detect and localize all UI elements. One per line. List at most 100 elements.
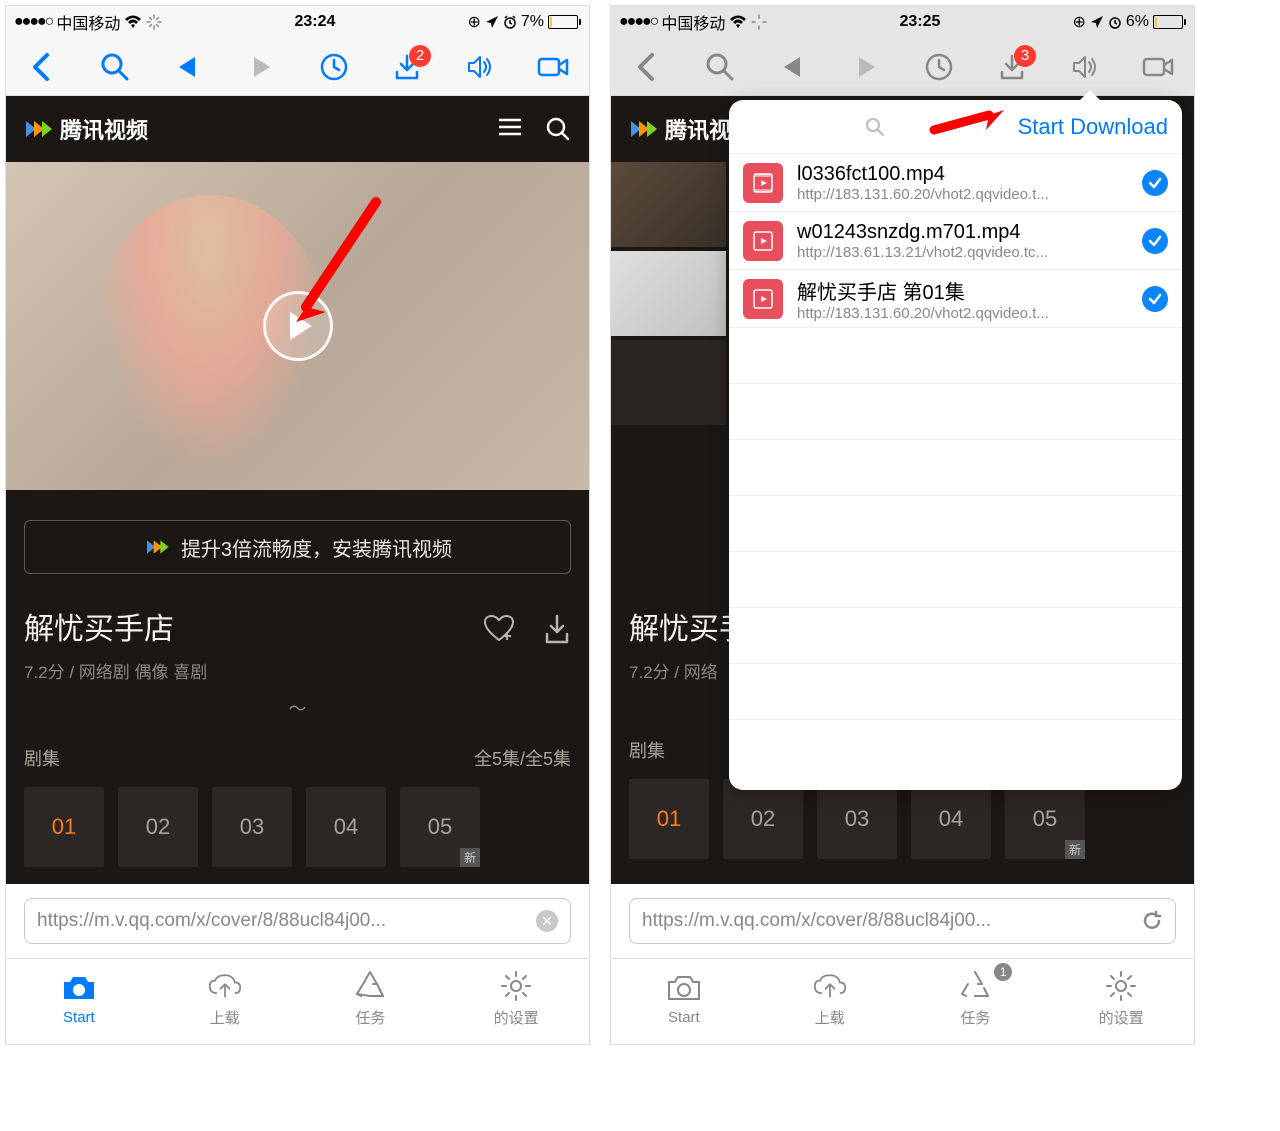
episode-tile[interactable]: 05新 bbox=[1005, 779, 1085, 859]
prev-button[interactable] bbox=[777, 51, 809, 83]
download-badge: 2 bbox=[409, 45, 431, 67]
next-button[interactable] bbox=[245, 51, 277, 83]
video-thumbnail[interactable] bbox=[611, 162, 726, 247]
battery-icon bbox=[1153, 15, 1186, 29]
carrier-label: 中国移动 bbox=[56, 10, 120, 34]
favorite-icon[interactable] bbox=[483, 614, 515, 644]
tab-settings[interactable]: 的设置 bbox=[1048, 959, 1194, 1038]
check-icon[interactable] bbox=[1142, 228, 1168, 254]
cloud-upload-icon bbox=[208, 969, 242, 1003]
video-button[interactable] bbox=[1142, 51, 1174, 83]
orientation-lock-icon: ⊕ bbox=[467, 12, 480, 32]
url-text: https://m.v.qq.com/x/cover/8/88ucl84j00.… bbox=[642, 910, 1131, 932]
download-badge: 3 bbox=[1014, 45, 1036, 67]
episodes-label: 剧集 bbox=[24, 745, 60, 771]
url-text: https://m.v.qq.com/x/cover/8/88ucl84j00.… bbox=[37, 910, 526, 932]
episodes-count[interactable]: 全5集/全5集 bbox=[474, 745, 571, 771]
site-logo[interactable]: 腾讯视频 bbox=[24, 113, 148, 145]
episode-tile[interactable]: 02 bbox=[118, 787, 198, 867]
download-item[interactable]: w01243snzdg.m701.mp4http://183.61.13.21/… bbox=[729, 212, 1182, 270]
search-button[interactable] bbox=[704, 51, 736, 83]
back-button[interactable] bbox=[26, 51, 58, 83]
download-show-icon[interactable] bbox=[543, 614, 571, 644]
video-player[interactable] bbox=[6, 162, 589, 490]
search-button[interactable] bbox=[99, 51, 131, 83]
clear-icon[interactable]: ✕ bbox=[536, 910, 558, 932]
video-thumbnail[interactable] bbox=[611, 251, 726, 336]
next-button[interactable] bbox=[850, 51, 882, 83]
gear-icon bbox=[1104, 969, 1138, 1003]
episodes-list: 01 02 03 04 05新 bbox=[6, 787, 589, 867]
loading-icon bbox=[146, 14, 162, 30]
battery-pct: 7% bbox=[521, 13, 544, 31]
tab-settings[interactable]: 的设置 bbox=[443, 959, 589, 1038]
episode-tile[interactable]: 04 bbox=[911, 779, 991, 859]
video-file-icon bbox=[743, 163, 783, 203]
check-icon[interactable] bbox=[1142, 286, 1168, 312]
download-button[interactable]: 2 bbox=[391, 51, 423, 83]
reload-icon[interactable] bbox=[1141, 910, 1163, 932]
new-badge: 新 bbox=[1065, 840, 1085, 859]
tab-start[interactable]: Start bbox=[6, 959, 152, 1038]
new-badge: 新 bbox=[460, 848, 480, 867]
episode-tile[interactable]: 01 bbox=[24, 787, 104, 867]
video-thumbnail[interactable] bbox=[611, 340, 726, 425]
camera-icon bbox=[62, 971, 96, 1005]
download-url: http://183.61.13.21/vhot2.qqvideo.tc... bbox=[797, 244, 1128, 261]
download-url: http://183.131.60.20/vhot2.qqvideo.t... bbox=[797, 186, 1128, 203]
tencent-logo-icon bbox=[24, 117, 52, 141]
history-button[interactable] bbox=[923, 51, 955, 83]
episode-tile[interactable]: 04 bbox=[306, 787, 386, 867]
episodes-label: 剧集 bbox=[629, 737, 665, 763]
bottom-tabs: Start 上载 任务 的设置 bbox=[6, 958, 589, 1038]
video-button[interactable] bbox=[537, 51, 569, 83]
recycle-icon bbox=[353, 969, 387, 1003]
start-download-button[interactable]: Start Download bbox=[1018, 114, 1168, 140]
download-button[interactable]: 3 bbox=[996, 51, 1028, 83]
address-bar[interactable]: https://m.v.qq.com/x/cover/8/88ucl84j00.… bbox=[24, 898, 571, 944]
promo-text: 提升3倍流畅度，安装腾讯视频 bbox=[181, 533, 452, 562]
carrier-label: 中国移动 bbox=[661, 10, 725, 34]
signal-dots-icon: ●●●●○ bbox=[619, 13, 657, 31]
phone-right: ●●●●○ 中国移动 23:25 ⊕ 6% 3 bbox=[610, 5, 1195, 1045]
download-item[interactable]: 解忧买手店 第01集http://183.131.60.20/vhot2.qqv… bbox=[729, 270, 1182, 328]
speaker-button[interactable] bbox=[1069, 51, 1101, 83]
prev-button[interactable] bbox=[172, 51, 204, 83]
app-toolbar: 3 bbox=[611, 38, 1194, 96]
video-file-icon bbox=[743, 279, 783, 319]
history-button[interactable] bbox=[318, 51, 350, 83]
download-item[interactable]: l0336fct100.mp4http://183.131.60.20/vhot… bbox=[729, 154, 1182, 212]
tencent-logo-icon bbox=[629, 117, 657, 141]
annotation-arrow-icon bbox=[924, 100, 1014, 150]
address-bar[interactable]: https://m.v.qq.com/x/cover/8/88ucl84j00.… bbox=[629, 898, 1176, 944]
web-content: 腾讯视频 提升3倍流畅度，安装腾讯视频 解忧买手店 7.2分 / 网络剧 偶像 … bbox=[6, 96, 589, 884]
back-button[interactable] bbox=[631, 51, 663, 83]
site-name: 腾讯视频 bbox=[60, 113, 148, 145]
episode-tile[interactable]: 03 bbox=[212, 787, 292, 867]
gear-icon bbox=[499, 969, 533, 1003]
menu-icon[interactable] bbox=[497, 116, 523, 142]
site-logo[interactable]: 腾讯视 bbox=[629, 113, 731, 145]
speaker-button[interactable] bbox=[464, 51, 496, 83]
episodes-list: 01 02 03 04 05新 bbox=[611, 779, 1194, 859]
recycle-icon bbox=[958, 969, 992, 1003]
wifi-icon bbox=[124, 15, 142, 29]
wifi-icon bbox=[729, 15, 747, 29]
cloud-upload-icon bbox=[813, 969, 847, 1003]
episode-tile[interactable]: 05新 bbox=[400, 787, 480, 867]
episode-tile[interactable]: 01 bbox=[629, 779, 709, 859]
check-icon[interactable] bbox=[1142, 170, 1168, 196]
app-toolbar: 2 bbox=[6, 38, 589, 96]
expand-chevron-icon[interactable]: 〜 bbox=[6, 695, 589, 721]
site-search-icon[interactable] bbox=[545, 116, 571, 142]
episode-tile[interactable]: 02 bbox=[723, 779, 803, 859]
tab-tasks[interactable]: 任务 bbox=[298, 959, 444, 1038]
tab-upload[interactable]: 上载 bbox=[152, 959, 298, 1038]
install-promo[interactable]: 提升3倍流畅度，安装腾讯视频 bbox=[24, 520, 571, 574]
tab-tasks[interactable]: 1 任务 bbox=[903, 959, 1049, 1038]
tab-upload[interactable]: 上载 bbox=[757, 959, 903, 1038]
loading-icon bbox=[751, 14, 767, 30]
episode-tile[interactable]: 03 bbox=[817, 779, 897, 859]
bottom-tabs: Start 上载 1 任务 的设置 bbox=[611, 958, 1194, 1038]
tab-start[interactable]: Start bbox=[611, 959, 757, 1038]
